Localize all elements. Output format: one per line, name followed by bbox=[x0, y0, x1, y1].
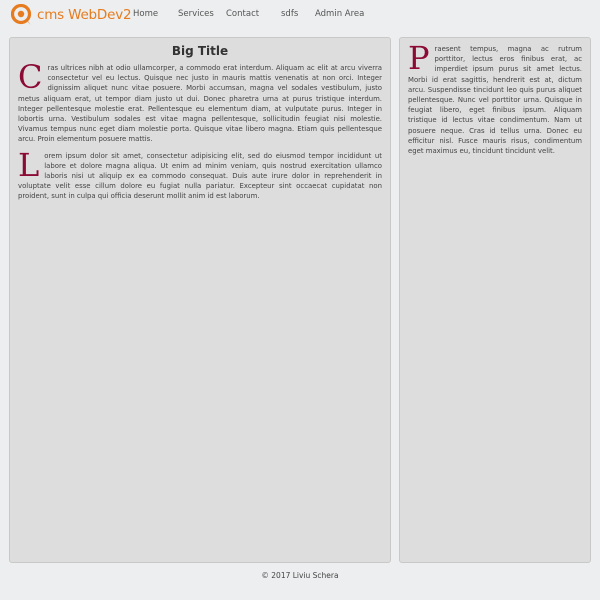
drop-cap: L bbox=[18, 145, 40, 184]
brand-name: cms WebDev2 bbox=[37, 7, 132, 23]
nav-sdfs[interactable]: sdfs bbox=[281, 9, 298, 19]
article-paragraph: Lorem ipsum dolor sit amet, consectetur … bbox=[18, 145, 382, 202]
paragraph-text: orem ipsum dolor sit amet, consectetur a… bbox=[18, 151, 382, 201]
copyright-text: © 2017 Liviu Schera bbox=[261, 571, 339, 580]
top-navbar: cms WebDev2 Home Services Contact sdfs A… bbox=[0, 0, 600, 30]
drop-cap: C bbox=[18, 58, 43, 96]
page-title: Big Title bbox=[171, 44, 229, 58]
sidebar-panel: Praesent tempus, magna ac rutrum porttit… bbox=[399, 37, 591, 563]
q-bubble-icon bbox=[11, 4, 32, 25]
article-paragraph: Cras ultrices nibh at odio ullamcorper, … bbox=[18, 58, 382, 145]
paragraph-text: ras ultrices nibh at odio ullamcorper, a… bbox=[18, 64, 382, 144]
nav-home[interactable]: Home bbox=[133, 9, 158, 19]
nav-services[interactable]: Services bbox=[178, 9, 214, 19]
footer: © 2017 Liviu Schera bbox=[0, 571, 600, 580]
brand-logo[interactable]: cms WebDev2 bbox=[11, 4, 132, 26]
nav-admin-area[interactable]: Admin Area bbox=[315, 9, 364, 19]
drop-cap: P bbox=[408, 39, 430, 77]
sidebar-paragraph: Praesent tempus, magna ac rutrum porttit… bbox=[408, 39, 582, 156]
main-content-panel: Big Title Cras ultrices nibh at odio ull… bbox=[9, 37, 391, 563]
nav-contact[interactable]: Contact bbox=[226, 9, 259, 19]
paragraph-text: raesent tempus, magna ac rutrum porttito… bbox=[408, 45, 582, 156]
